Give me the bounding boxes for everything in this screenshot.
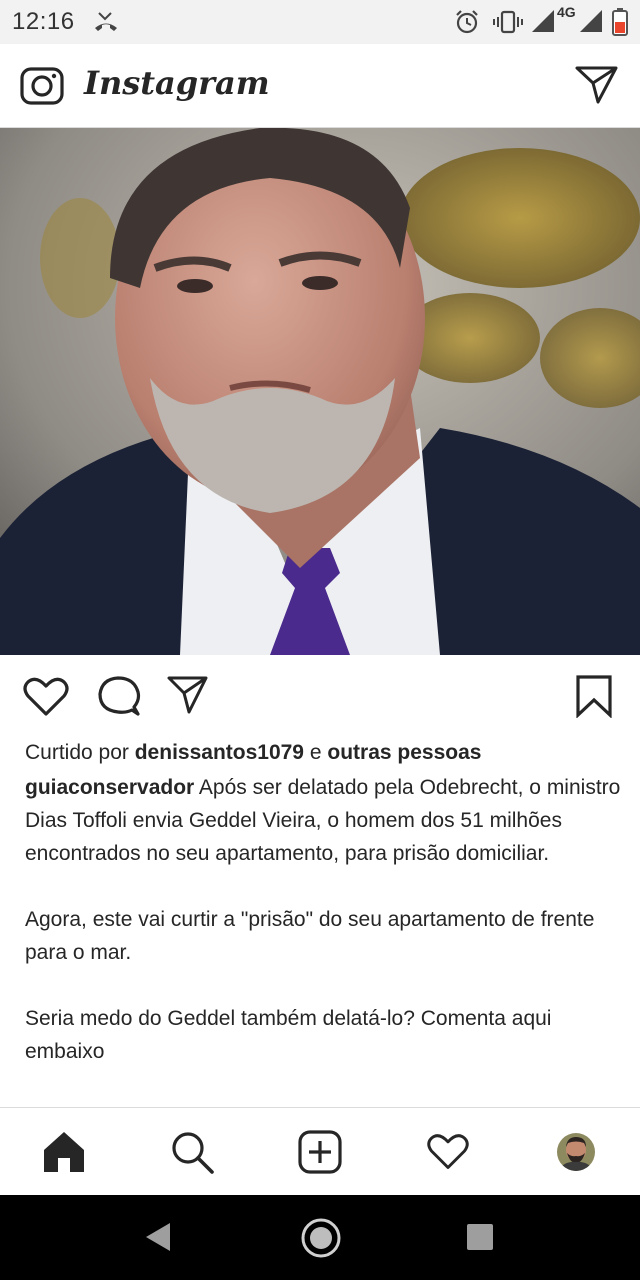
bottom-navigation: [0, 1107, 640, 1195]
liked-by-others-link[interactable]: outras pessoas: [327, 741, 481, 764]
post-photo-illustration: [0, 128, 640, 655]
home-circle-icon[interactable]: [300, 1217, 342, 1264]
post-caption: guiaconservador Após ser delatado pela O…: [25, 771, 625, 1068]
signal-icon: [580, 10, 602, 37]
battery-icon: [612, 8, 628, 41]
alarm-icon: [454, 9, 480, 40]
profile-avatar[interactable]: [557, 1133, 595, 1171]
signal-icon: [532, 10, 554, 37]
post-image[interactable]: [0, 128, 640, 655]
liked-by-prefix: Curtido por: [25, 741, 129, 764]
share-icon[interactable]: [166, 674, 210, 721]
missed-call-icon: [92, 9, 120, 40]
caption-paragraph-3: Seria medo do Geddel também delatá-lo? C…: [25, 1007, 552, 1063]
network-type-label: 4G: [557, 4, 576, 20]
activity-icon[interactable]: [426, 1130, 470, 1177]
status-bar: 12:16 4G: [0, 0, 640, 44]
caption-username[interactable]: guiaconservador: [25, 776, 194, 799]
direct-message-icon[interactable]: [574, 64, 620, 111]
status-time: 12:16: [12, 8, 75, 35]
recents-icon[interactable]: [466, 1223, 494, 1256]
caption-paragraph-1: guiaconservador Após ser delatado pela O…: [25, 771, 625, 870]
back-icon[interactable]: [144, 1221, 172, 1258]
app-logo: Instagram: [84, 64, 270, 102]
comment-icon[interactable]: [96, 674, 142, 723]
caption-paragraph-2: Agora, este vai curtir a "prisão" do seu…: [25, 908, 595, 964]
heart-icon[interactable]: [22, 674, 70, 723]
camera-icon[interactable]: [20, 64, 64, 111]
home-icon[interactable]: [42, 1130, 86, 1179]
vibrate-icon: [492, 9, 524, 40]
new-post-icon[interactable]: [298, 1130, 342, 1179]
liked-by-username[interactable]: denissantos1079: [135, 741, 304, 764]
system-navigation-bar: [0, 1195, 640, 1280]
app-header: Instagram: [0, 44, 640, 128]
search-icon[interactable]: [170, 1130, 214, 1179]
liked-by-connector: e: [309, 741, 322, 764]
bookmark-icon[interactable]: [574, 674, 614, 723]
post-actions: [0, 660, 640, 730]
liked-by-text: Curtido por denissantos1079 e outras pes…: [25, 738, 481, 768]
